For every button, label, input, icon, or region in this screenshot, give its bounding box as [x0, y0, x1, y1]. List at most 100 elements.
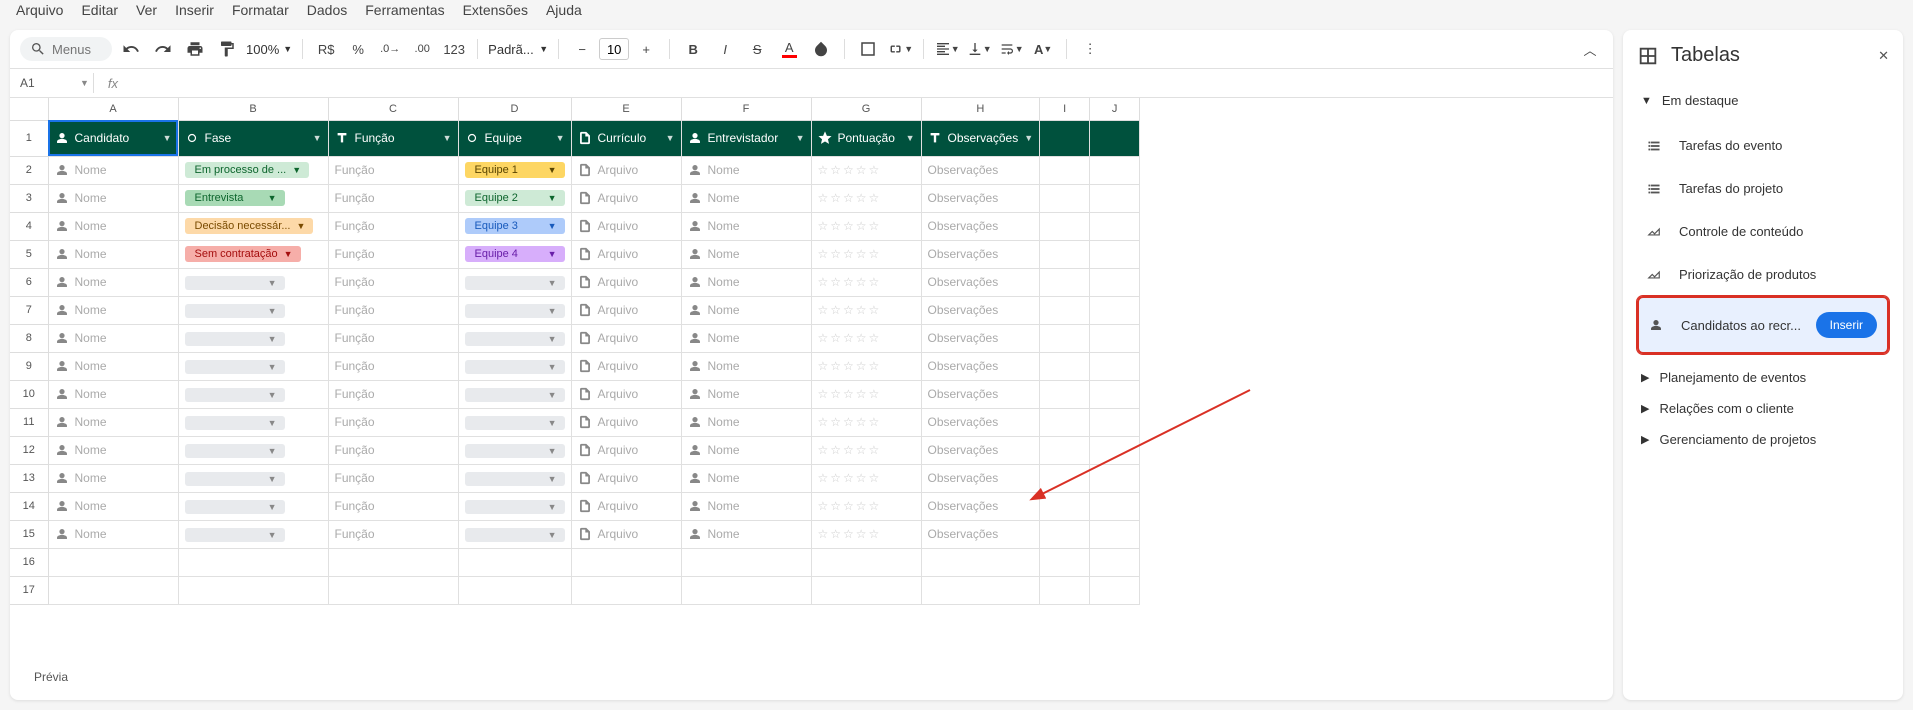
- cell-pontuacao[interactable]: ☆☆☆☆☆: [811, 156, 921, 184]
- cell-equipe[interactable]: Equipe 4▼: [458, 240, 571, 268]
- font-select[interactable]: Padrã... ▼: [488, 42, 548, 57]
- cell-entrevistador[interactable]: Nome: [681, 380, 811, 408]
- cell-funcao[interactable]: Função: [328, 520, 458, 548]
- cell-equipe[interactable]: ▼: [458, 380, 571, 408]
- cell-equipe[interactable]: ▼: [458, 520, 571, 548]
- cell-curriculo[interactable]: Arquivo: [571, 324, 681, 352]
- row-header[interactable]: 17: [10, 576, 48, 604]
- menu-editar[interactable]: Editar: [81, 2, 118, 18]
- cell-curriculo[interactable]: Arquivo: [571, 492, 681, 520]
- cell-equipe[interactable]: ▼: [458, 492, 571, 520]
- cell-candidato[interactable]: Nome: [48, 240, 178, 268]
- row-header[interactable]: 16: [10, 548, 48, 576]
- template-item[interactable]: Priorização de produtos: [1637, 253, 1889, 296]
- cell-obs[interactable]: Observações: [921, 352, 1040, 380]
- cell-funcao[interactable]: Função: [328, 408, 458, 436]
- cell-fase[interactable]: ▼: [178, 492, 328, 520]
- cell-entrevistador[interactable]: Nome: [681, 352, 811, 380]
- empty-cell[interactable]: [328, 548, 458, 576]
- cell-funcao[interactable]: Função: [328, 156, 458, 184]
- cell-obs[interactable]: Observações: [921, 268, 1040, 296]
- cell-obs[interactable]: Observações: [921, 380, 1040, 408]
- cell-fase[interactable]: ▼: [178, 520, 328, 548]
- row-header[interactable]: 5: [10, 240, 48, 268]
- insert-button[interactable]: Inserir: [1816, 312, 1877, 338]
- cell-funcao[interactable]: Função: [328, 352, 458, 380]
- cell-pontuacao[interactable]: ☆☆☆☆☆: [811, 492, 921, 520]
- col-header-D[interactable]: D: [458, 98, 571, 120]
- cell-candidato[interactable]: Nome: [48, 156, 178, 184]
- decrease-font-button[interactable]: −: [569, 36, 595, 62]
- col-header-A[interactable]: A: [48, 98, 178, 120]
- empty-cell[interactable]: [178, 548, 328, 576]
- cell-funcao[interactable]: Função: [328, 436, 458, 464]
- font-size-input[interactable]: [599, 38, 629, 60]
- featured-section[interactable]: ▼ Em destaque: [1637, 85, 1889, 116]
- cell-curriculo[interactable]: Arquivo: [571, 296, 681, 324]
- cell-fase[interactable]: Decisão necessár...▼: [178, 212, 328, 240]
- align-button[interactable]: ▼: [934, 36, 960, 62]
- cell-pontuacao[interactable]: ☆☆☆☆☆: [811, 436, 921, 464]
- search-input[interactable]: [52, 42, 102, 57]
- template-item[interactable]: Controle de conteúdo: [1637, 210, 1889, 253]
- table-header-cell[interactable]: Currículo▼: [571, 120, 681, 156]
- cell-entrevistador[interactable]: Nome: [681, 156, 811, 184]
- row-header[interactable]: 1: [10, 120, 48, 156]
- cell-pontuacao[interactable]: ☆☆☆☆☆: [811, 240, 921, 268]
- cell-curriculo[interactable]: Arquivo: [571, 464, 681, 492]
- table-header-cell[interactable]: Equipe▼: [458, 120, 571, 156]
- cell-entrevistador[interactable]: Nome: [681, 520, 811, 548]
- cell-pontuacao[interactable]: ☆☆☆☆☆: [811, 352, 921, 380]
- cell-funcao[interactable]: Função: [328, 212, 458, 240]
- menu-ajuda[interactable]: Ajuda: [546, 2, 582, 18]
- bold-button[interactable]: B: [680, 36, 706, 62]
- col-header-C[interactable]: C: [328, 98, 458, 120]
- col-header-E[interactable]: E: [571, 98, 681, 120]
- cell-entrevistador[interactable]: Nome: [681, 184, 811, 212]
- cell-candidato[interactable]: Nome: [48, 184, 178, 212]
- cell-funcao[interactable]: Função: [328, 380, 458, 408]
- cell-fase[interactable]: ▼: [178, 324, 328, 352]
- cell-candidato[interactable]: Nome: [48, 352, 178, 380]
- cell-pontuacao[interactable]: ☆☆☆☆☆: [811, 464, 921, 492]
- cell-equipe[interactable]: ▼: [458, 352, 571, 380]
- cell-equipe[interactable]: ▼: [458, 324, 571, 352]
- cell-candidato[interactable]: Nome: [48, 492, 178, 520]
- cell-pontuacao[interactable]: ☆☆☆☆☆: [811, 324, 921, 352]
- menu-inserir[interactable]: Inserir: [175, 2, 214, 18]
- cell-fase[interactable]: Entrevista▼: [178, 184, 328, 212]
- cell-equipe[interactable]: Equipe 3▼: [458, 212, 571, 240]
- table-header-cell[interactable]: Pontuação▼: [811, 120, 921, 156]
- italic-button[interactable]: I: [712, 36, 738, 62]
- text-color-button[interactable]: A: [776, 36, 802, 62]
- cell-pontuacao[interactable]: ☆☆☆☆☆: [811, 212, 921, 240]
- row-header[interactable]: 6: [10, 268, 48, 296]
- col-header-J[interactable]: J: [1090, 98, 1140, 120]
- empty-cell[interactable]: [681, 548, 811, 576]
- table-header-cell[interactable]: Fase▼: [178, 120, 328, 156]
- cell-candidato[interactable]: Nome: [48, 212, 178, 240]
- empty-cell[interactable]: [458, 576, 571, 604]
- cell-funcao[interactable]: Função: [328, 464, 458, 492]
- empty-cell[interactable]: [1090, 548, 1140, 576]
- row-header[interactable]: 4: [10, 212, 48, 240]
- table-header-cell[interactable]: Candidato▼: [48, 120, 178, 156]
- cell-pontuacao[interactable]: ☆☆☆☆☆: [811, 296, 921, 324]
- cell-equipe[interactable]: ▼: [458, 268, 571, 296]
- cell-pontuacao[interactable]: ☆☆☆☆☆: [811, 268, 921, 296]
- name-box[interactable]: [20, 76, 80, 90]
- cell-fase[interactable]: ▼: [178, 436, 328, 464]
- cell-obs[interactable]: Observações: [921, 240, 1040, 268]
- merge-button[interactable]: ▼: [887, 36, 913, 62]
- cell-curriculo[interactable]: Arquivo: [571, 520, 681, 548]
- row-header[interactable]: 2: [10, 156, 48, 184]
- cell-fase[interactable]: Sem contratação▼: [178, 240, 328, 268]
- menu-ferramentas[interactable]: Ferramentas: [365, 2, 444, 18]
- cell-obs[interactable]: Observações: [921, 492, 1040, 520]
- cell-fase[interactable]: ▼: [178, 268, 328, 296]
- cell-candidato[interactable]: Nome: [48, 268, 178, 296]
- cell-entrevistador[interactable]: Nome: [681, 240, 811, 268]
- table-header-cell[interactable]: Entrevistador▼: [681, 120, 811, 156]
- cell-pontuacao[interactable]: ☆☆☆☆☆: [811, 408, 921, 436]
- row-header[interactable]: 3: [10, 184, 48, 212]
